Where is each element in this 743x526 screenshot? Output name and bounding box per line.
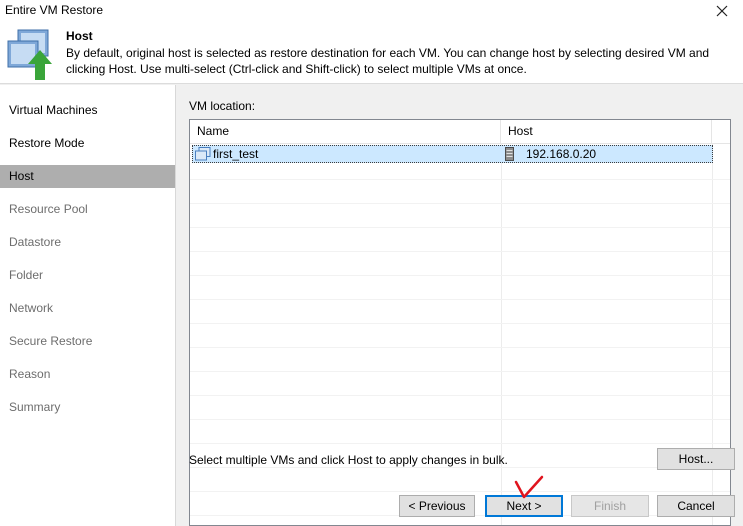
title-bar: Entire VM Restore: [0, 0, 743, 24]
cell-host: 192.168.0.20: [503, 146, 713, 162]
cell-name: first_test: [193, 146, 502, 162]
grid-line: [190, 443, 730, 444]
host-button[interactable]: Host...: [657, 448, 735, 470]
step-network: Network: [9, 301, 54, 315]
window-title: Entire VM Restore: [5, 3, 104, 17]
grid-line: [190, 395, 730, 396]
step-host[interactable]: Host: [0, 165, 175, 188]
step-summary: Summary: [9, 400, 61, 414]
cancel-button[interactable]: Cancel: [657, 495, 735, 517]
vm-name: first_test: [213, 147, 259, 161]
column-header-filler: [712, 120, 730, 144]
step-reason: Reason: [9, 367, 51, 381]
host-server-icon: [505, 147, 514, 161]
grid-line: [190, 371, 730, 372]
grid-line: [190, 275, 730, 276]
vm-location-label: VM location:: [189, 99, 256, 113]
step-folder: Folder: [9, 268, 44, 282]
step-description: By default, original host is selected as…: [66, 46, 710, 76]
grid-line: [190, 491, 730, 492]
column-header-host[interactable]: Host: [501, 120, 712, 144]
close-icon[interactable]: [713, 2, 731, 20]
step-title: Host: [66, 29, 93, 43]
previous-button[interactable]: < Previous: [399, 495, 475, 517]
next-button[interactable]: Next >: [485, 495, 563, 517]
step-virtual-machines[interactable]: Virtual Machines: [0, 99, 175, 122]
grid-line: [190, 299, 730, 300]
grid-line: [190, 347, 730, 348]
finish-button: Finish: [571, 495, 649, 517]
grid-line: [190, 179, 730, 180]
step-secure-restore: Secure Restore: [9, 334, 93, 348]
grid-line: [190, 251, 730, 252]
grid-line: [190, 323, 730, 324]
grid-line: [190, 467, 730, 468]
table-row[interactable]: first_test 192.168.0.20: [192, 145, 713, 163]
wizard-steps: Virtual Machines Restore Mode Host Resou…: [0, 85, 176, 526]
step-resource-pool: Resource Pool: [9, 202, 88, 216]
column-header-name[interactable]: Name: [190, 120, 501, 144]
wizard-header: Host By default, original host is select…: [0, 24, 743, 84]
vm-icon: [195, 147, 211, 161]
step-datastore: Datastore: [9, 235, 62, 249]
grid-line: [190, 227, 730, 228]
grid-line: [190, 203, 730, 204]
step-restore-mode[interactable]: Restore Mode: [0, 132, 175, 155]
restore-server-icon: [7, 29, 52, 80]
host-address: 192.168.0.20: [526, 147, 597, 161]
grid-line: [190, 419, 730, 420]
bulk-note: Select multiple VMs and click Host to ap…: [189, 453, 508, 467]
